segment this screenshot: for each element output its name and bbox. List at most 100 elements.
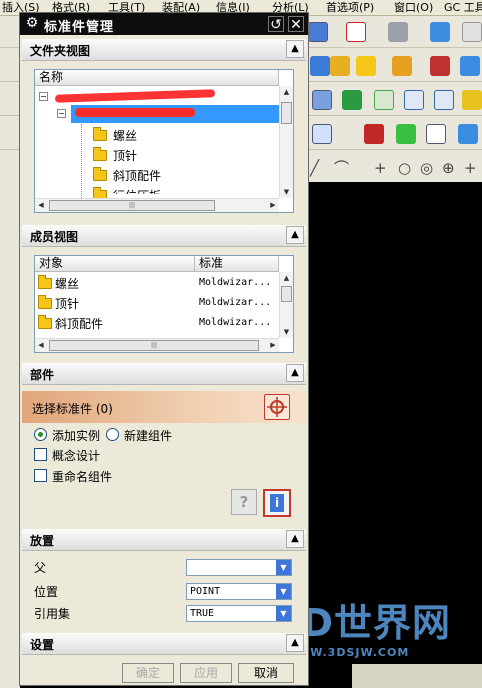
chevron-down-icon[interactable]: ▼ bbox=[276, 560, 291, 575]
toolbar-icon[interactable] bbox=[312, 124, 332, 144]
tree-expander-icon[interactable]: − bbox=[57, 109, 66, 118]
chevron-up-icon[interactable]: ▲ bbox=[286, 634, 304, 652]
list-item[interactable]: 螺丝 Moldwizar... bbox=[35, 272, 279, 292]
new-component-label[interactable]: 新建组件 bbox=[124, 427, 172, 444]
menu-preferences[interactable]: 首选项(P) bbox=[326, 0, 374, 16]
circle-tool-icon[interactable]: ◎ bbox=[420, 158, 433, 178]
position-label: 位置 bbox=[34, 585, 59, 599]
list-item[interactable]: 顶针 Moldwizar... bbox=[35, 292, 279, 312]
angle-icon[interactable] bbox=[374, 90, 394, 110]
toolbar-icon[interactable] bbox=[392, 56, 412, 76]
concept-design-checkbox[interactable] bbox=[34, 448, 47, 461]
arc-tool-icon[interactable]: ⌒ bbox=[334, 158, 349, 178]
scroll-thumb[interactable] bbox=[281, 102, 292, 124]
select-standard-part-bar[interactable]: 选择标准件 (0) bbox=[22, 391, 306, 423]
folder-view-header[interactable]: 文件夹视图 ▲ bbox=[22, 39, 306, 61]
point-tool-icon[interactable]: ⊕ bbox=[442, 158, 455, 178]
gear-icon[interactable]: ⚙ bbox=[24, 15, 40, 31]
dialog-titlebar[interactable]: ⚙ 标准件管理 ↺ ✕ bbox=[20, 13, 308, 35]
scroll-up-icon[interactable]: ▲ bbox=[280, 272, 293, 284]
reset-icon[interactable]: ↺ bbox=[268, 16, 284, 33]
toolbar-icon[interactable] bbox=[404, 90, 424, 110]
crosshair-select-icon[interactable] bbox=[264, 394, 290, 420]
toolbar-icon[interactable] bbox=[462, 90, 482, 110]
chevron-up-icon[interactable]: ▲ bbox=[286, 226, 304, 244]
point-tool-icon[interactable]: + bbox=[464, 158, 477, 178]
add-instance-radio[interactable] bbox=[34, 428, 47, 441]
new-component-radio[interactable] bbox=[106, 428, 119, 441]
toolbar-icon[interactable] bbox=[342, 90, 362, 110]
close-icon[interactable]: ✕ bbox=[288, 16, 304, 33]
folder-tree[interactable]: 名称 − − 螺丝 顶针 斜顶配件 行位压板 ▲ ▼ ◀ ||| ▶ bbox=[34, 69, 294, 213]
folder-tree-column-name[interactable]: 名称 bbox=[35, 70, 279, 86]
toolbar-icon[interactable] bbox=[460, 56, 480, 76]
scroll-left-icon[interactable]: ◀ bbox=[35, 339, 47, 352]
folder-tree-hscrollbar[interactable]: ◀ ||| ▶ bbox=[35, 198, 279, 212]
point-tool-icon[interactable]: + bbox=[374, 158, 387, 178]
toolbar-icon[interactable] bbox=[396, 124, 416, 144]
member-list-hscrollbar[interactable]: ◀ ||| ▶ bbox=[35, 338, 279, 352]
rename-component-checkbox[interactable] bbox=[34, 469, 47, 482]
chevron-up-icon[interactable]: ▲ bbox=[286, 40, 304, 58]
cancel-button[interactable]: 取消 bbox=[238, 663, 294, 683]
scroll-thumb[interactable]: ||| bbox=[49, 200, 215, 211]
scroll-thumb[interactable]: ||| bbox=[49, 340, 259, 351]
chevron-up-icon[interactable]: ▲ bbox=[286, 530, 304, 548]
toolbar-icon[interactable] bbox=[364, 124, 384, 144]
member-list[interactable]: 对象 标准 螺丝 Moldwizar... 顶针 Moldwizar... 斜顶… bbox=[34, 255, 294, 353]
toolbar-icon[interactable] bbox=[330, 56, 350, 76]
scroll-down-icon[interactable]: ▼ bbox=[280, 186, 293, 198]
toolbar-icon[interactable] bbox=[462, 22, 482, 42]
scroll-down-icon[interactable]: ▼ bbox=[280, 326, 293, 338]
reference-set-select[interactable]: TRUE ▼ bbox=[186, 605, 292, 622]
render-style-icon[interactable] bbox=[388, 22, 408, 42]
position-value: POINT bbox=[190, 586, 221, 597]
position-select[interactable]: POINT ▼ bbox=[186, 583, 292, 600]
parent-label: 父 bbox=[34, 561, 47, 575]
folder-tree-vscrollbar[interactable]: ▲ ▼ bbox=[279, 86, 293, 198]
apply-button[interactable]: 应用 bbox=[180, 663, 232, 683]
toolbar-icon[interactable] bbox=[312, 90, 332, 110]
parent-select[interactable]: ▼ bbox=[186, 559, 292, 576]
info-icon[interactable]: i bbox=[263, 489, 291, 517]
toolbar-icon[interactable] bbox=[310, 56, 330, 76]
toolbar-icon[interactable] bbox=[308, 22, 328, 42]
scroll-right-icon[interactable]: ▶ bbox=[267, 199, 279, 212]
member-view-header[interactable]: 成员视图 ▲ bbox=[22, 225, 306, 247]
folder-icon bbox=[93, 127, 107, 141]
parts-header[interactable]: 部件 ▲ bbox=[22, 363, 306, 385]
toolbar-icon[interactable] bbox=[434, 90, 454, 110]
tree-item[interactable]: 螺丝 bbox=[113, 127, 137, 144]
member-list-vscrollbar[interactable]: ▲ ▼ bbox=[279, 272, 293, 338]
chevron-up-icon[interactable]: ▲ bbox=[286, 364, 304, 382]
scroll-thumb[interactable] bbox=[281, 286, 292, 302]
toolbar-icon[interactable] bbox=[356, 56, 376, 76]
list-item[interactable]: 斜顶配件 Moldwizar... bbox=[35, 312, 279, 332]
member-column-standard[interactable]: 标准 bbox=[195, 256, 279, 272]
shaded-view-icon[interactable] bbox=[430, 22, 450, 42]
scroll-right-icon[interactable]: ▶ bbox=[267, 339, 279, 352]
settings-header[interactable]: 设置 ▲ bbox=[22, 633, 306, 655]
chevron-down-icon[interactable]: ▼ bbox=[276, 584, 291, 599]
toolbar-icon[interactable] bbox=[430, 56, 450, 76]
tree-item[interactable]: 顶针 bbox=[113, 147, 137, 164]
tree-item[interactable]: 斜顶配件 bbox=[113, 167, 161, 184]
scroll-left-icon[interactable]: ◀ bbox=[35, 199, 47, 212]
chevron-down-icon[interactable]: ▼ bbox=[276, 606, 291, 621]
fit-view-icon[interactable] bbox=[346, 22, 366, 42]
add-instance-label[interactable]: 添加实例 bbox=[52, 427, 100, 444]
placement-header[interactable]: 放置 ▲ bbox=[22, 529, 306, 551]
ok-button[interactable]: 确定 bbox=[122, 663, 174, 683]
line-tool-icon[interactable]: ╱ bbox=[310, 158, 319, 178]
toolbar-icon[interactable] bbox=[426, 124, 446, 144]
tree-expander-icon[interactable]: − bbox=[39, 92, 48, 101]
menu-window[interactable]: 窗口(O) bbox=[394, 0, 433, 16]
concept-design-label[interactable]: 概念设计 bbox=[52, 447, 100, 464]
help-icon[interactable]: ? bbox=[231, 489, 257, 515]
menu-gc-tools[interactable]: GC 工具 bbox=[444, 0, 482, 16]
rename-component-label[interactable]: 重命名组件 bbox=[52, 468, 112, 485]
toolbar-icon[interactable] bbox=[458, 124, 478, 144]
member-column-object[interactable]: 对象 bbox=[35, 256, 195, 272]
circle-tool-icon[interactable]: ○ bbox=[398, 158, 411, 178]
scroll-up-icon[interactable]: ▲ bbox=[280, 86, 293, 98]
